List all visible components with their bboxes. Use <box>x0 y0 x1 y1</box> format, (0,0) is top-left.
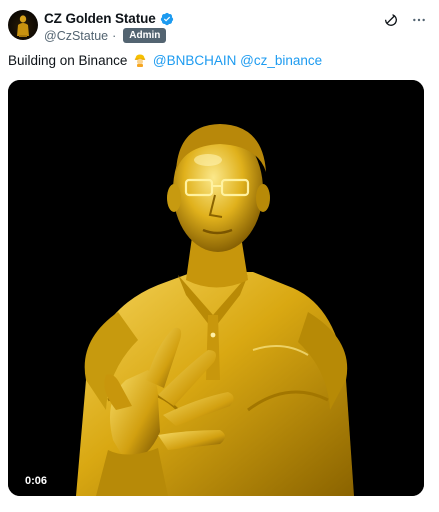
handle-row: @CzStatue · Admin <box>44 28 167 43</box>
golden-statue-video <box>8 80 424 496</box>
construction-worker-emoji <box>133 53 147 67</box>
tweet-text-prefix: Building on Binance <box>8 53 128 68</box>
top-icons <box>383 12 427 28</box>
admin-badge: Admin <box>123 28 167 43</box>
tweet-header: CZ Golden Statue @CzStatue · Admin <box>8 10 431 46</box>
mention-bnbchain[interactable]: @BNBCHAIN <box>153 53 236 68</box>
name-row: CZ Golden Statue <box>44 11 174 26</box>
handle[interactable]: @CzStatue <box>44 29 108 43</box>
tweet-text: Building on Binance @BNBCHAIN @cz_binanc… <box>8 53 322 68</box>
more-options-icon[interactable] <box>411 12 427 28</box>
avatar[interactable] <box>8 10 38 40</box>
video-player[interactable]: 0:06 <box>8 80 424 496</box>
mention-cz-binance[interactable]: @cz_binance <box>240 53 322 68</box>
display-name[interactable]: CZ Golden Statue <box>44 11 156 26</box>
video-duration: 0:06 <box>22 474 51 488</box>
separator: · <box>112 28 117 43</box>
tweet-card: CZ Golden Statue @CzStatue · Admin Build… <box>0 0 439 512</box>
grok-icon[interactable] <box>383 12 399 28</box>
verified-badge-icon <box>160 12 174 26</box>
